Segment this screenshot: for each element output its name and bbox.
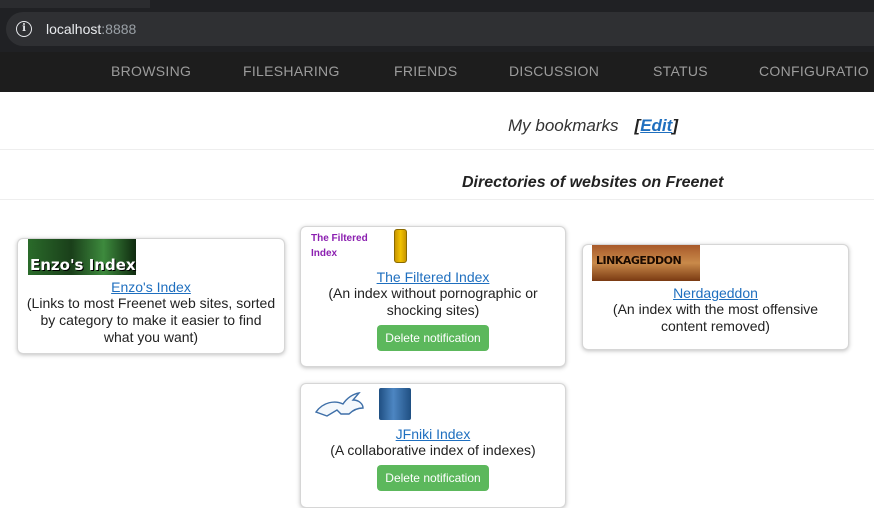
nerdageddon-logo: LINKAGEDDON [592, 245, 700, 281]
nav-browsing[interactable]: BROWSING [111, 52, 191, 92]
nerdageddon-description: (An index with the most offensive conten… [612, 301, 819, 334]
nav-discussion[interactable]: DISCUSSION [509, 52, 599, 92]
rabbit-icon [314, 391, 364, 417]
nav-filesharing[interactable]: FILESHARING [243, 52, 340, 92]
nerdageddon-link[interactable]: Nerdageddon [673, 285, 758, 301]
card-filtered-index: The Filtered Index The Filtered Index (A… [300, 226, 566, 367]
delete-notification-button[interactable]: Delete notification [377, 325, 489, 351]
card-nerdageddon: LINKAGEDDON Nerdageddon (An index with t… [582, 244, 849, 350]
filtered-index-logo: The Filtered Index [311, 233, 368, 259]
nav-configuration[interactable]: CONFIGURATIO [759, 52, 869, 92]
url-host: localhost [46, 21, 102, 37]
tab-strip [0, 0, 150, 8]
edit-bookmarks-link[interactable]: Edit [640, 116, 672, 135]
nav-friends[interactable]: FRIENDS [394, 52, 458, 92]
url-field[interactable]: i localhost:8888 [6, 12, 874, 46]
card-jfniki-index: JFniki Index (A collaborative index of i… [300, 383, 566, 508]
bracket-close: ] [672, 116, 678, 135]
main-navbar: BROWSING FILESHARING FRIENDS DISCUSSION … [0, 52, 874, 92]
enzo-logo: Enzo's Index [28, 239, 136, 275]
enzos-index-description: (Links to most Freenet web sites, sorted… [26, 295, 276, 345]
nerdageddon-logo-text: LINKAGEDDON [596, 254, 682, 267]
enzos-index-link[interactable]: Enzo's Index [111, 279, 191, 295]
card-enzos-index: Enzo's Index Enzo's Index (Links to most… [17, 238, 285, 354]
browser-address-bar: i localhost:8888 [0, 0, 874, 52]
filtered-index-description: (An index without pornographic or shocki… [328, 285, 538, 318]
filter-cup-icon [394, 229, 407, 263]
books-icon [379, 388, 411, 420]
delete-notification-button[interactable]: Delete notification [377, 465, 489, 491]
jfniki-index-description: (A collaborative index of indexes) [330, 442, 536, 458]
nav-status[interactable]: STATUS [653, 52, 708, 92]
section-title: Directories of websites on Freenet [462, 174, 724, 191]
filtered-index-link[interactable]: The Filtered Index [377, 269, 490, 285]
edit-bracket: [Edit] [635, 116, 678, 135]
info-icon[interactable]: i [16, 21, 32, 37]
bookmarks-heading: My bookmarks [Edit] [508, 116, 678, 136]
url-port: :8888 [101, 21, 137, 37]
enzo-logo-text: Enzo's Index [30, 256, 136, 274]
divider [0, 149, 874, 150]
bookmarks-label: My bookmarks [508, 116, 619, 135]
jfniki-index-link[interactable]: JFniki Index [396, 426, 471, 442]
divider [0, 199, 874, 200]
